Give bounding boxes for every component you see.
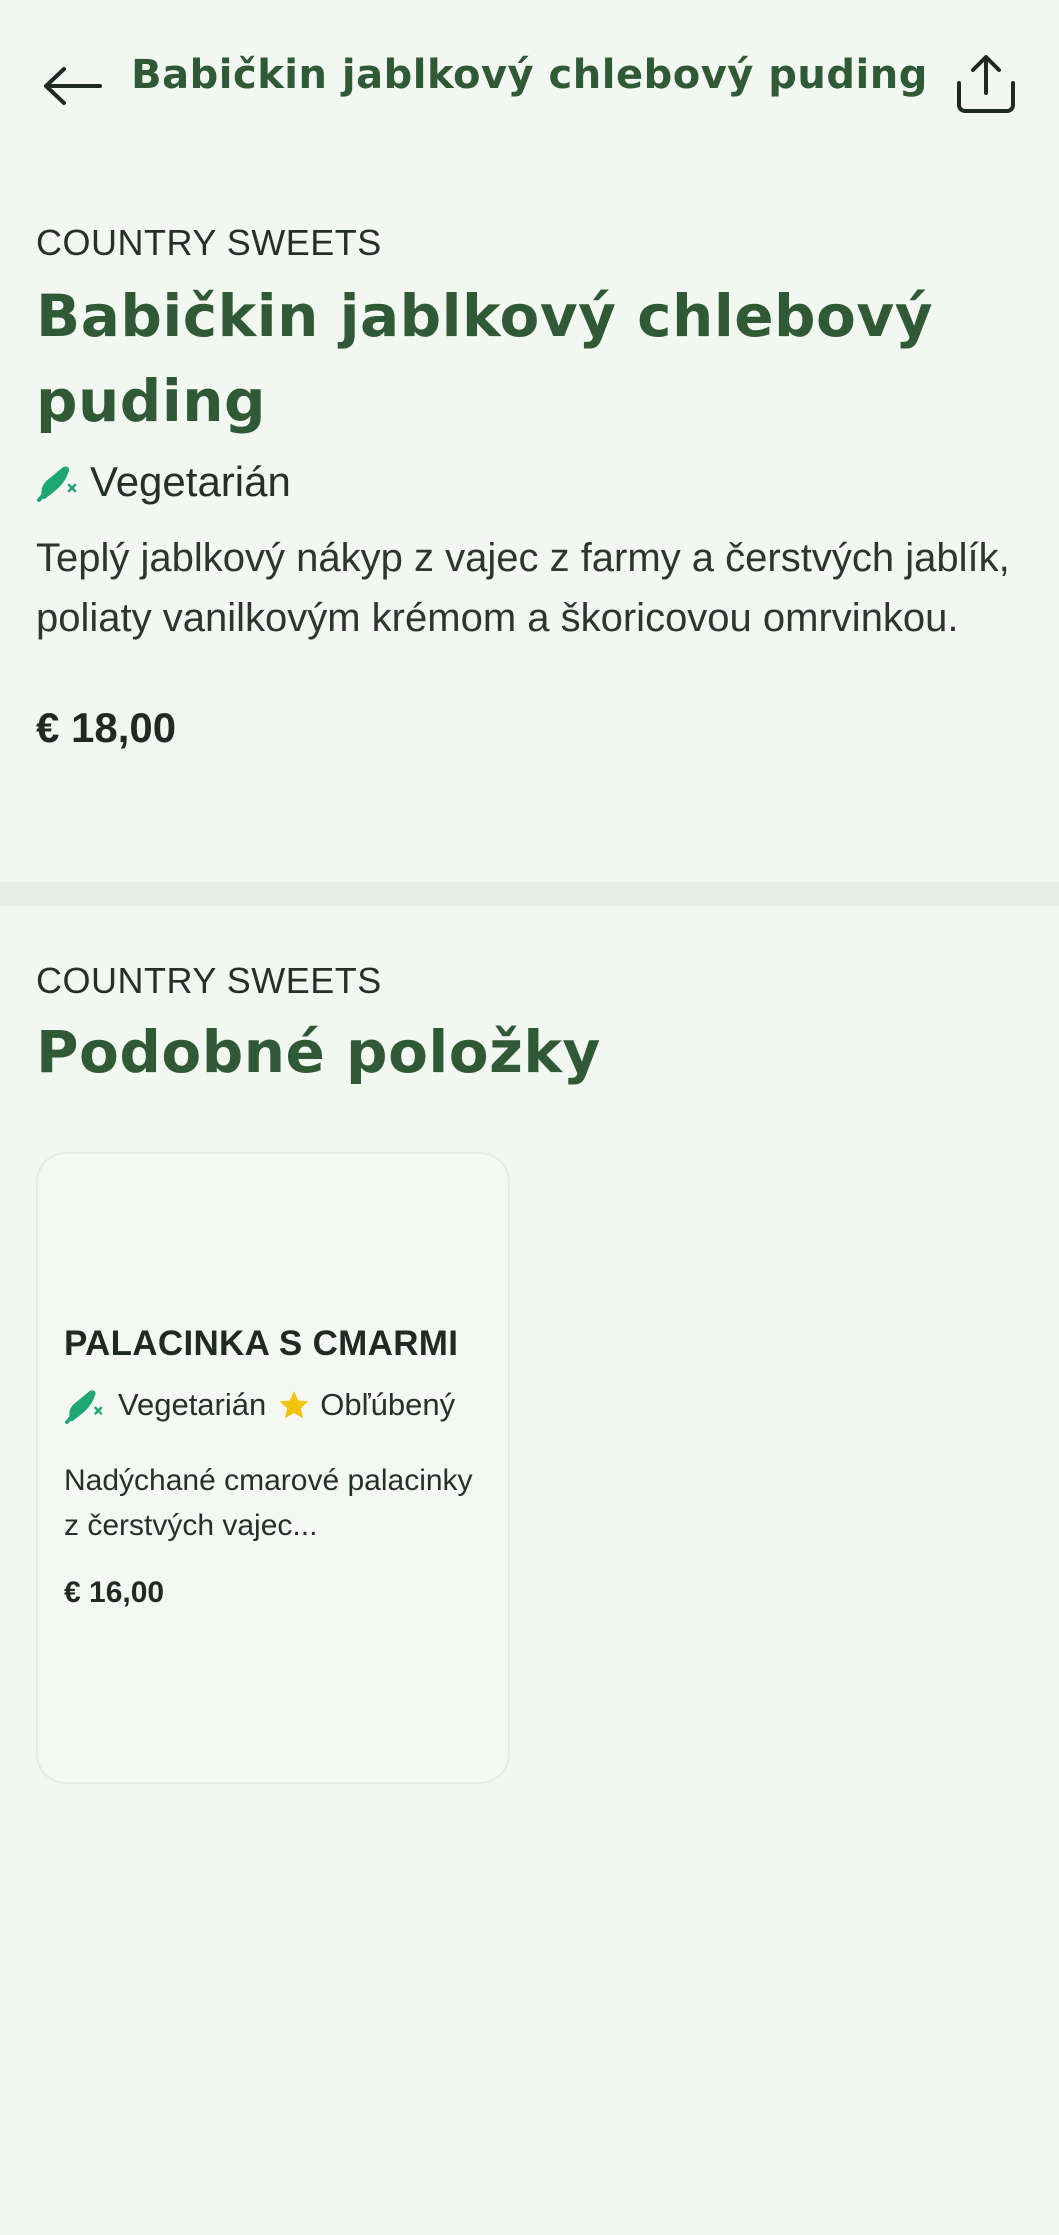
top-bar: Babičkin jablkový chlebový puding	[0, 0, 1059, 170]
star-icon	[279, 1391, 309, 1419]
header-title: Babičkin jablkový chlebový puding	[131, 52, 928, 98]
section-divider	[0, 882, 1059, 906]
product-tag-label: Vegetarián	[90, 458, 291, 505]
similar-item-tag-favorite: Obľúbený	[320, 1387, 456, 1422]
product-description: Teplý jablkový nákyp z vajec z farmy a č…	[36, 536, 1010, 640]
product-category: COUNTRY SWEETS	[36, 222, 382, 263]
product-section: COUNTRY SWEETS Babičkin jablkový chlebov…	[36, 222, 1023, 752]
product-tags: Vegetarián	[36, 458, 1023, 506]
back-button[interactable]	[36, 50, 108, 122]
similar-category: COUNTRY SWEETS	[36, 960, 382, 1001]
share-button[interactable]	[950, 48, 1022, 120]
similar-section: COUNTRY SWEETS Podobné položky	[36, 960, 1023, 1095]
similar-item-tags: Vegetarián Obľúbený	[64, 1386, 455, 1424]
similar-item-title: PALACINKA S CMARMI	[64, 1324, 459, 1363]
similar-item-card[interactable]: PALACINKA S CMARMI Vegetarián Obľúbený N…	[36, 1152, 510, 1784]
similar-title: Podobné položky	[36, 1018, 601, 1086]
similar-item-tag-vegetarian: Vegetarián	[118, 1387, 267, 1422]
product-title: Babičkin jablkový chlebový puding	[36, 282, 934, 435]
share-icon	[957, 55, 1015, 113]
arrow-left-icon	[44, 67, 102, 105]
similar-item-price: € 16,00	[64, 1576, 165, 1609]
similar-item-description: Nadýchané cmarové palacinky z čerstvých …	[64, 1464, 473, 1542]
product-price: € 18,00	[36, 704, 177, 751]
vegetarian-icon	[37, 466, 77, 502]
vegetarian-icon	[64, 1390, 103, 1424]
